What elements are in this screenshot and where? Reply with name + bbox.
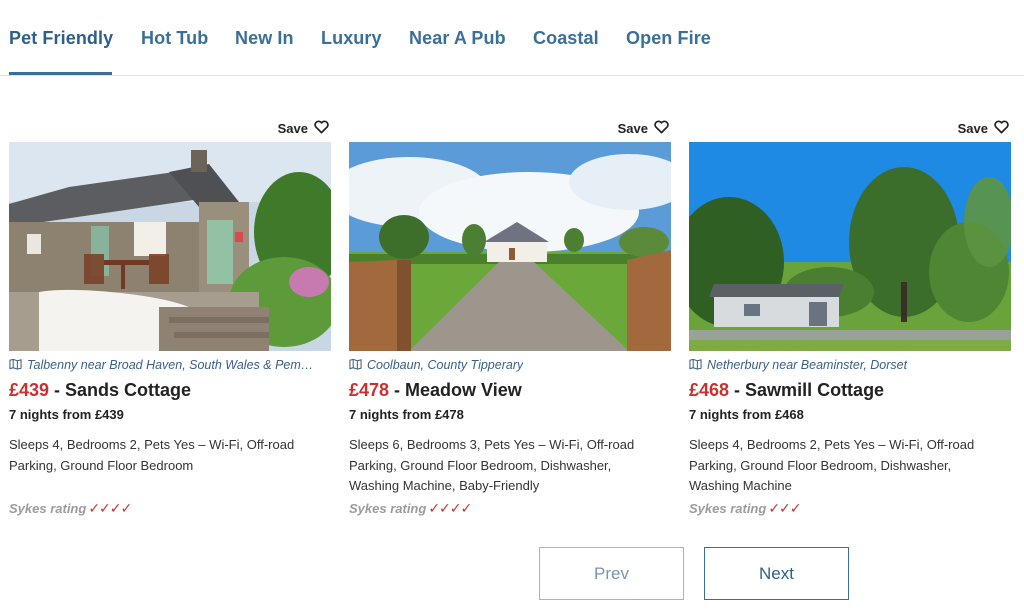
- save-button[interactable]: Save: [955, 116, 1011, 145]
- property-name: - Sands Cottage: [49, 380, 192, 400]
- save-label: Save: [957, 120, 988, 136]
- property-name: - Sawmill Cottage: [729, 380, 885, 400]
- save-button[interactable]: Save: [275, 116, 331, 145]
- rating-ticks-icon: ✓✓✓✓: [428, 500, 472, 516]
- price: £439: [9, 380, 50, 400]
- map-icon: [349, 358, 362, 373]
- price: £468: [689, 380, 730, 400]
- location[interactable]: Talbenny near Broad Haven, South Wales &…: [9, 356, 331, 374]
- rating-ticks-icon: ✓✓✓: [768, 500, 801, 516]
- location[interactable]: Netherbury near Beaminster, Dorset: [689, 356, 1011, 374]
- property-title[interactable]: £478 - Meadow View: [349, 380, 522, 401]
- save-label: Save: [277, 120, 308, 136]
- property-card[interactable]: Save: [9, 110, 331, 525]
- save-label: Save: [617, 120, 648, 136]
- map-icon: [9, 358, 22, 373]
- tab-new-in[interactable]: New In: [235, 28, 294, 49]
- active-tab-indicator: [9, 72, 112, 75]
- property-title[interactable]: £468 - Sawmill Cottage: [689, 380, 884, 401]
- property-name: - Meadow View: [389, 380, 522, 400]
- tab-coastal[interactable]: Coastal: [533, 28, 599, 49]
- tab-near-a-pub[interactable]: Near A Pub: [409, 28, 506, 49]
- map-icon: [689, 358, 702, 373]
- sykes-rating: Sykes rating ✓✓✓✓: [349, 500, 472, 517]
- property-title[interactable]: £439 - Sands Cottage: [9, 380, 191, 401]
- cottage-among-trees-photo[interactable]: [689, 142, 1011, 351]
- prev-button[interactable]: Prev: [539, 547, 684, 600]
- tab-hot-tub[interactable]: Hot Tub: [141, 28, 208, 49]
- tab-pet-friendly[interactable]: Pet Friendly: [9, 28, 113, 49]
- tab-luxury[interactable]: Luxury: [321, 28, 382, 49]
- country-house-driveway-photo[interactable]: [349, 142, 671, 351]
- category-tabs: Pet Friendly Hot Tub New In Luxury Near …: [0, 0, 1024, 76]
- rating-label: Sykes rating: [689, 501, 767, 516]
- sykes-rating: Sykes rating ✓✓✓: [689, 500, 802, 517]
- tab-open-fire[interactable]: Open Fire: [626, 28, 711, 49]
- location-text: Netherbury near Beaminster, Dorset: [707, 358, 908, 372]
- rating-label: Sykes rating: [349, 501, 427, 516]
- features-description: Sleeps 6, Bedrooms 3, Pets Yes – Wi-Fi, …: [349, 437, 635, 493]
- nights-from: 7 nights from £468: [689, 407, 804, 422]
- location-text: Coolbaun, County Tipperary: [367, 358, 524, 372]
- save-button[interactable]: Save: [615, 116, 671, 145]
- property-card[interactable]: Save: [349, 110, 671, 525]
- location[interactable]: Coolbaun, County Tipperary: [349, 356, 671, 374]
- nights-from: 7 nights from £478: [349, 407, 464, 422]
- stone-cottage-courtyard-photo[interactable]: [9, 142, 331, 351]
- next-button[interactable]: Next: [704, 547, 849, 600]
- heart-icon: [654, 120, 669, 137]
- features-description: Sleeps 4, Bedrooms 2, Pets Yes – Wi-Fi, …: [689, 437, 975, 493]
- heart-icon: [314, 120, 329, 137]
- property-card[interactable]: Save Netherbury near Beaminster, Dorset …: [689, 110, 1011, 525]
- location-text: Talbenny near Broad Haven, South Wales &…: [27, 358, 314, 372]
- price: £478: [349, 380, 390, 400]
- nights-from: 7 nights from £439: [9, 407, 124, 422]
- rating-label: Sykes rating: [9, 501, 87, 516]
- features-description: Sleeps 4, Bedrooms 2, Pets Yes – Wi-Fi, …: [9, 437, 295, 473]
- heart-icon: [994, 120, 1009, 137]
- rating-ticks-icon: ✓✓✓✓: [88, 500, 132, 516]
- sykes-rating: Sykes rating ✓✓✓✓: [9, 500, 132, 517]
